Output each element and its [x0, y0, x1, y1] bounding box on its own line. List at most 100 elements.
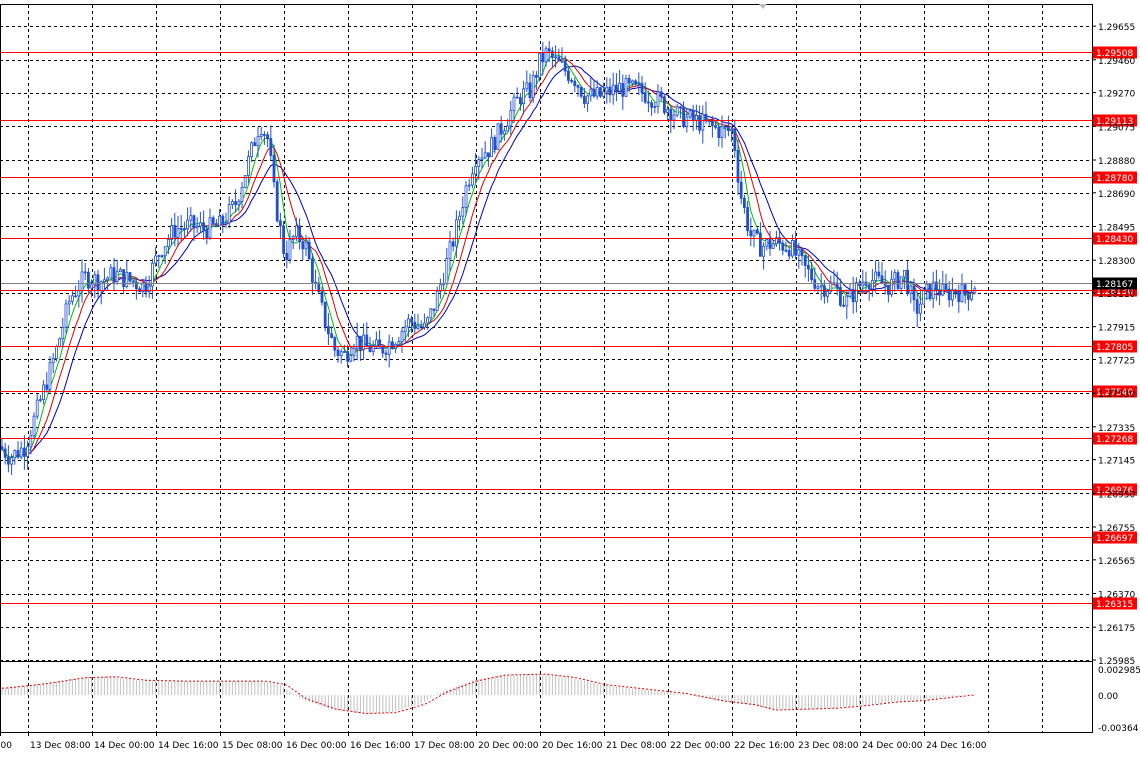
candle-body: [326, 326, 330, 335]
candle-body: [874, 271, 877, 281]
candle-body: [615, 84, 618, 92]
candle-body: [890, 278, 893, 295]
candle-body: [819, 285, 823, 288]
candle-body: [643, 92, 647, 103]
candle: [323, 301, 327, 332]
candle-body: [893, 272, 897, 280]
candle-body: [115, 271, 119, 283]
candle-body: [262, 133, 266, 136]
candle-body: [256, 136, 260, 147]
candle-body: [960, 284, 964, 303]
candle-body: [330, 333, 334, 339]
candle-body: [512, 96, 516, 112]
candle-body: [397, 341, 401, 345]
x-tick-label: 24 Dec 16:00: [926, 741, 987, 751]
candle-body: [285, 252, 289, 261]
candle-body: [166, 239, 170, 248]
candle-body: [307, 241, 311, 260]
candle-body: [733, 128, 737, 151]
candle-body: [701, 113, 705, 131]
candle-body: [358, 335, 362, 350]
candle-body: [912, 285, 916, 301]
candle-body: [160, 255, 164, 258]
candle-body: [963, 284, 967, 296]
y-tick-label: 1.28880: [1098, 157, 1135, 167]
candle-body: [13, 450, 17, 459]
candle-body: [871, 280, 874, 290]
candle-body: [26, 446, 30, 457]
candle-body: [486, 152, 490, 157]
candle-body: [22, 447, 26, 457]
candle-body: [682, 106, 685, 128]
candle-body: [227, 204, 231, 224]
candle-body: [10, 457, 14, 465]
candle-body: [365, 334, 369, 346]
candle-body: [499, 123, 503, 135]
candle-body: [919, 303, 922, 314]
candle-body: [419, 325, 423, 328]
candle-body: [390, 341, 394, 349]
x-tick-label: 22 Dec 00:00: [670, 741, 731, 751]
candle-body: [221, 215, 225, 225]
candle-body: [67, 300, 71, 305]
level-label: 1.28430: [1096, 235, 1133, 245]
candle-body: [717, 126, 721, 138]
candle-body: [304, 241, 308, 250]
candle-body: [410, 318, 414, 323]
candle-body: [765, 239, 769, 247]
candle-body: [509, 110, 513, 127]
candle-body: [784, 249, 788, 252]
candle-body: [19, 447, 23, 458]
candle-body: [730, 128, 733, 131]
x-tick-label: 14 Dec 00:00: [94, 741, 155, 751]
level-label: 1.28780: [1096, 174, 1133, 184]
candle-body: [576, 85, 580, 88]
y-tick-label: 1.28300: [1098, 257, 1135, 267]
chart-window[interactable]: 1.29508 1.29113 1.28780 1.28430 1.28130 1.278…: [0, 0, 1140, 756]
candle-body: [458, 215, 462, 221]
candle-body: [522, 88, 525, 104]
candle-body: [55, 346, 58, 360]
level-label: 1.26315: [1096, 600, 1133, 610]
candle-body: [714, 125, 717, 128]
candle-body: [762, 245, 765, 257]
y-tick-label: 1.27915: [1098, 324, 1135, 334]
candle-body: [48, 362, 52, 390]
candle-body: [672, 114, 676, 121]
candle-body: [259, 133, 263, 138]
oscillator-tick-label: 0.002985: [1098, 666, 1140, 676]
candle: [624, 74, 628, 98]
candle-body: [627, 78, 631, 84]
candle-body: [634, 80, 637, 85]
candle-body: [3, 448, 7, 458]
candle-body: [880, 275, 884, 284]
y-tick-label: 1.26950: [1098, 490, 1135, 500]
candle-body: [515, 96, 519, 99]
candle-body: [362, 334, 366, 350]
candle-body: [173, 224, 177, 238]
x-tick-label: 17 Dec 08:00: [414, 741, 475, 751]
candle-body: [464, 185, 468, 208]
candle-body: [618, 82, 621, 92]
candle-body: [96, 274, 100, 292]
candle: [58, 337, 61, 348]
candle-body: [176, 228, 180, 238]
candle-body: [938, 289, 941, 296]
candle-body: [749, 230, 753, 237]
candle-body: [621, 82, 625, 97]
candle-body: [163, 246, 167, 257]
candle-body: [384, 352, 388, 355]
price-chart[interactable]: 1.295081.291131.287801.284301.281301.278…: [0, 0, 1140, 756]
candle-body: [250, 142, 254, 158]
candle-body: [179, 228, 183, 230]
x-tick-label: 20 Dec 16:00: [542, 741, 603, 751]
candle-body: [336, 349, 340, 356]
candle-body: [186, 219, 190, 230]
candle-body: [797, 248, 801, 256]
candle-body: [298, 225, 302, 243]
candle-body: [899, 276, 903, 289]
candle-body: [112, 267, 116, 283]
candle-body: [208, 217, 212, 239]
candle-body: [746, 207, 749, 232]
candle-body: [803, 255, 807, 266]
